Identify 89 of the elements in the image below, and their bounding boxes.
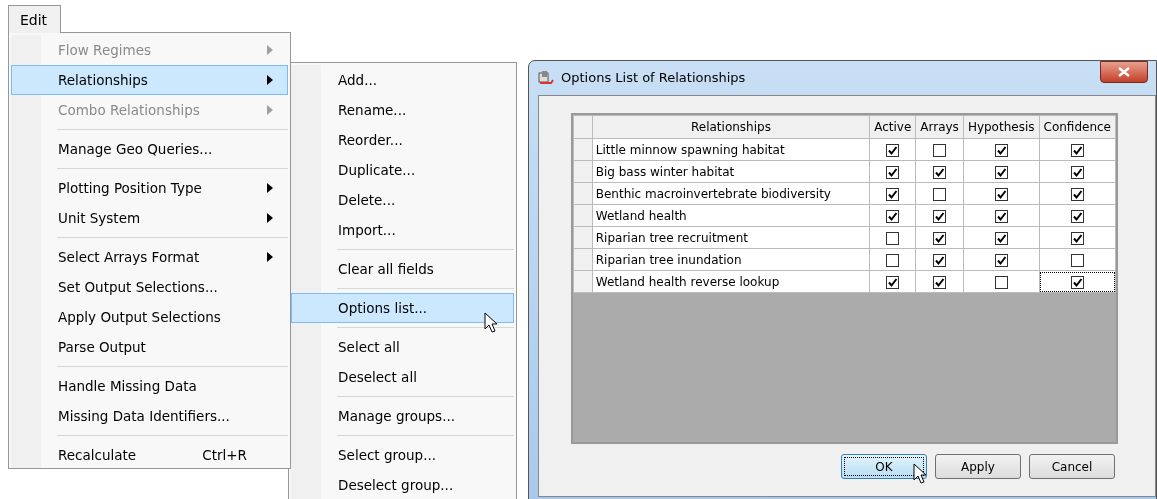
menu-item[interactable]: Delete... — [291, 185, 514, 215]
checkbox[interactable] — [994, 275, 1008, 289]
checkbox[interactable] — [994, 187, 1008, 201]
checkbox[interactable] — [886, 253, 900, 267]
menu-item[interactable]: Deselect all — [291, 362, 514, 392]
menu-item[interactable]: Manage Geo Queries... — [11, 134, 288, 164]
table-cell: Wetland health — [592, 204, 870, 227]
app-icon — [537, 70, 555, 86]
checkbox[interactable] — [886, 143, 900, 157]
menu-item[interactable]: Reorder... — [291, 125, 514, 155]
submenu-arrow-icon — [267, 75, 273, 85]
menu-item[interactable]: Parse Output — [11, 332, 288, 362]
checkbox[interactable] — [1070, 253, 1084, 267]
menu-item[interactable]: Set Output Selections... — [11, 272, 288, 302]
menu-item[interactable]: Handle Missing Data — [11, 371, 288, 401]
menu-item[interactable]: Duplicate... — [291, 155, 514, 185]
submenu-arrow-icon — [267, 252, 273, 262]
menu-item[interactable]: Plotting Position Type — [11, 173, 288, 203]
row-header — [573, 248, 593, 271]
row-header — [573, 226, 593, 249]
row-header — [573, 270, 593, 293]
table-cell: Riparian tree inundation — [592, 248, 870, 271]
menu-bar-item[interactable]: Edit — [8, 5, 61, 33]
mouse-pointer-icon — [484, 312, 498, 334]
checkbox[interactable] — [886, 187, 900, 201]
checkbox[interactable] — [994, 253, 1008, 267]
row-header — [573, 204, 593, 227]
column-header: Active — [869, 115, 916, 139]
checkbox[interactable] — [1070, 143, 1084, 157]
checkbox[interactable] — [994, 165, 1008, 179]
menu-item[interactable]: Select Arrays Format — [11, 242, 288, 272]
row-header — [573, 138, 593, 161]
checkbox[interactable] — [933, 165, 947, 179]
checkbox[interactable] — [886, 275, 900, 289]
checkbox[interactable] — [1070, 187, 1084, 201]
menu-item[interactable]: Select group... — [291, 440, 514, 470]
checkbox[interactable] — [994, 209, 1008, 223]
menu-item[interactable]: Options list... — [291, 293, 514, 323]
table-cell: Wetland health reverse lookup — [592, 270, 870, 293]
checkbox[interactable] — [994, 231, 1008, 245]
row-header — [573, 182, 593, 205]
menu-item[interactable]: Relationships — [11, 65, 288, 95]
checkbox[interactable] — [1070, 165, 1084, 179]
menu-item[interactable]: Deselect group... — [291, 470, 514, 499]
checkbox[interactable] — [1070, 209, 1084, 223]
close-button[interactable] — [1100, 61, 1148, 83]
submenu-arrow-icon — [267, 105, 273, 115]
row-header — [573, 115, 593, 139]
shortcut-label: Ctrl+R — [202, 445, 247, 465]
menu-item[interactable]: Select all — [291, 332, 514, 362]
checkbox[interactable] — [1070, 231, 1084, 245]
table-cell: Riparian tree recruitment — [592, 226, 870, 249]
dialog-button[interactable]: Cancel — [1029, 454, 1115, 479]
menu-item[interactable]: Recalculate Ctrl+R — [11, 440, 288, 470]
checkbox[interactable] — [933, 187, 947, 201]
checkbox[interactable] — [886, 165, 900, 179]
checkbox[interactable] — [1070, 275, 1084, 289]
dialog-button[interactable]: OK — [841, 454, 927, 479]
submenu-arrow-icon — [267, 213, 273, 223]
checkbox[interactable] — [933, 143, 947, 157]
menu-item[interactable]: Import... — [291, 215, 514, 245]
menu-item[interactable]: Apply Output Selections — [11, 302, 288, 332]
menu-item[interactable]: Manage groups... — [291, 401, 514, 431]
menu-item[interactable]: Unit System — [11, 203, 288, 233]
checkbox[interactable] — [886, 209, 900, 223]
column-header: Confidence — [1039, 115, 1116, 139]
checkbox[interactable] — [933, 275, 947, 289]
dialog-button[interactable]: Apply — [935, 454, 1021, 479]
checkbox[interactable] — [933, 209, 947, 223]
column-header: Hypothesis — [963, 115, 1039, 139]
menu-item[interactable]: Add... — [291, 65, 514, 95]
checkbox[interactable] — [994, 143, 1008, 157]
close-icon — [1118, 67, 1130, 77]
checkbox[interactable] — [933, 253, 947, 267]
mouse-pointer-icon — [913, 463, 927, 485]
row-header — [573, 160, 593, 183]
table-cell: Big bass winter habitat — [592, 160, 870, 183]
checkbox[interactable] — [933, 231, 947, 245]
checkbox[interactable] — [886, 231, 900, 245]
menu-item[interactable]: Clear all fields — [291, 254, 514, 284]
window-title: Options List of Relationships — [561, 69, 746, 88]
menu-item[interactable]: Missing Data Identifiers... — [11, 401, 288, 431]
column-header: Arrays — [915, 115, 964, 139]
menu-item[interactable]: Rename... — [291, 95, 514, 125]
submenu-arrow-icon — [267, 45, 273, 55]
table-cell: Benthic macroinvertebrate biodiversity — [592, 182, 870, 205]
column-header: Relationships — [592, 115, 870, 139]
submenu-arrow-icon — [267, 183, 273, 193]
table-cell: Little minnow spawning habitat — [592, 138, 870, 161]
